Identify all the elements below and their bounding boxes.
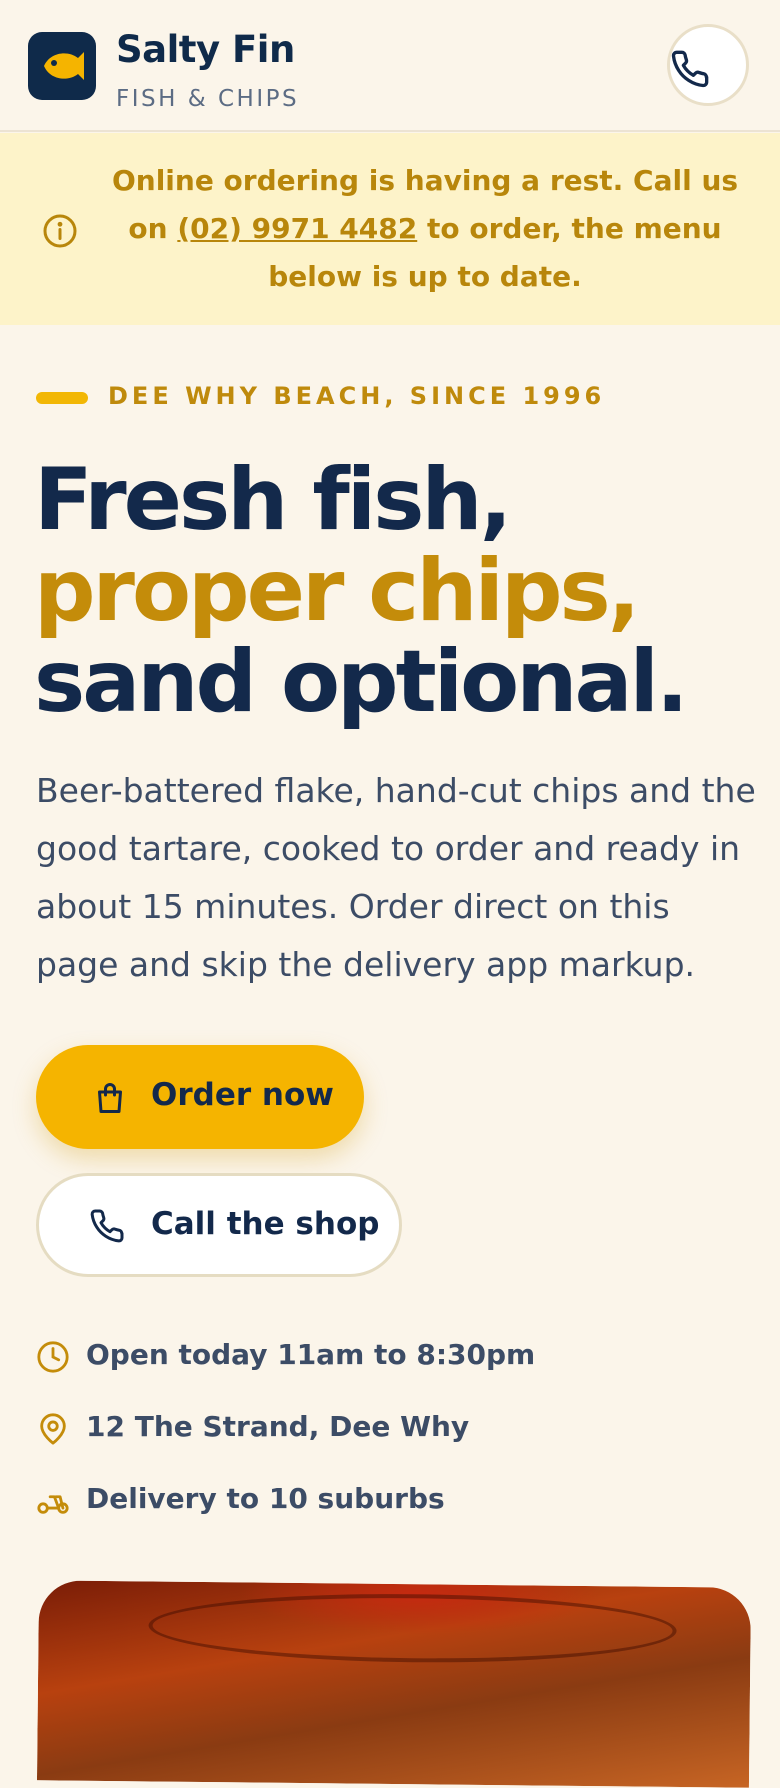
eyebrow-accent-bar — [36, 392, 88, 404]
order-now-button[interactable]: Order now — [36, 1045, 364, 1149]
site-header: Salty Fin FISH & CHIPS — [0, 0, 780, 132]
phone-icon — [90, 1209, 124, 1243]
hero-headline: Fresh fish, proper chips, sand optional. — [34, 450, 689, 732]
order-now-label: Order now — [151, 1077, 334, 1113]
photo-plate-shape — [148, 1591, 677, 1665]
brand-name[interactable]: Salty Fin — [116, 28, 295, 71]
headline-line-1: Fresh fish, — [34, 450, 512, 550]
shopping-bag-icon — [98, 1083, 122, 1113]
hero-intro: Beer-battered flake, hand-cut chips and … — [36, 771, 756, 984]
brand-logo[interactable] — [28, 32, 96, 100]
call-shop-button[interactable]: Call the shop — [36, 1173, 402, 1277]
delivery-text: Delivery to 10 suburbs — [86, 1482, 445, 1515]
address-text: 12 The Strand, Dee Why — [86, 1410, 470, 1443]
headline-line-2: proper chips, — [34, 541, 640, 641]
hero-food-photo — [36, 1580, 752, 1788]
headline-line-3: sand optional. — [34, 632, 689, 732]
info-icon — [43, 214, 77, 248]
eyebrow-text: DEE WHY BEACH, SINCE 1996 — [108, 382, 606, 410]
phone-icon — [671, 50, 709, 88]
brand-tagline: FISH & CHIPS — [116, 86, 300, 112]
ordering-notice-banner: Online ordering is having a rest. Call u… — [0, 133, 780, 325]
call-shop-label: Call the shop — [151, 1206, 380, 1242]
scooter-icon — [37, 1495, 69, 1514]
notice-text: Online ordering is having a rest. Call u… — [110, 157, 740, 301]
map-pin-icon — [40, 1413, 66, 1445]
opening-hours-text: Open today 11am to 8:30pm — [86, 1338, 536, 1371]
clock-icon — [37, 1341, 69, 1373]
fish-icon — [44, 52, 84, 80]
notice-phone-link[interactable]: (02) 9971 4482 — [177, 212, 417, 245]
header-call-button[interactable] — [667, 24, 749, 106]
